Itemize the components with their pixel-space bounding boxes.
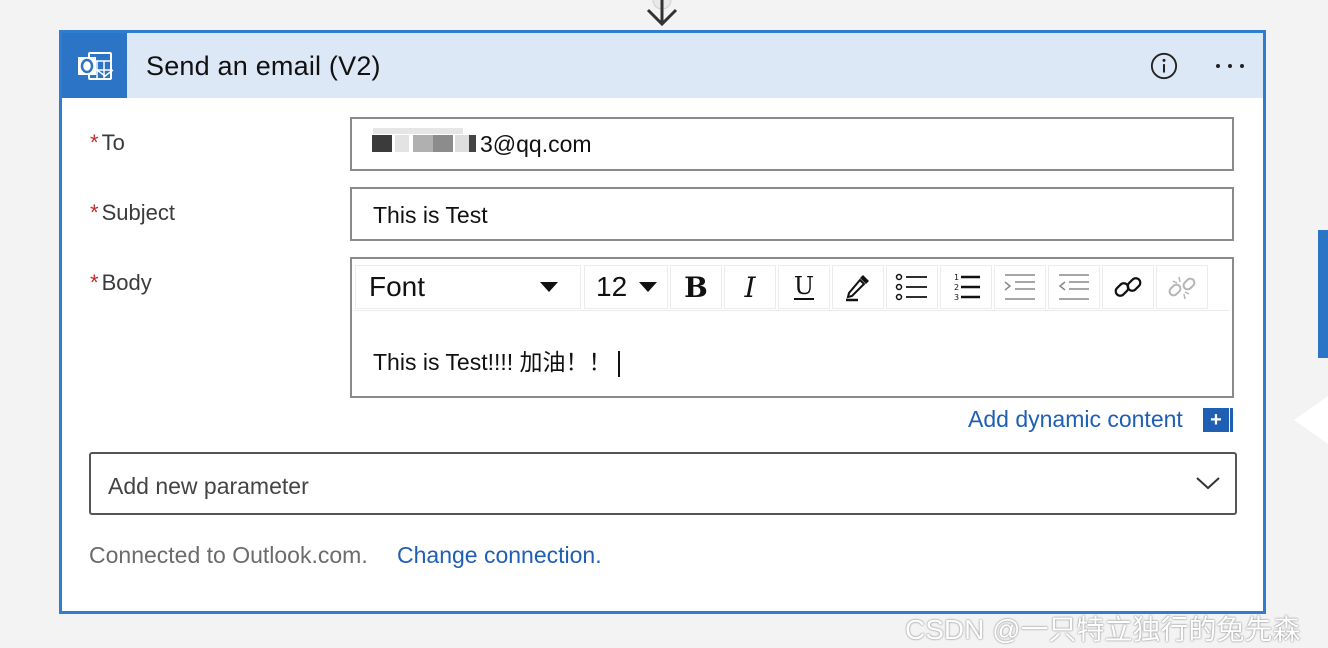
svg-text:1: 1 bbox=[954, 273, 959, 282]
numbered-list-icon[interactable]: 1 2 3 bbox=[941, 266, 991, 308]
to-label-text: To bbox=[101, 130, 125, 155]
chevron-down-icon bbox=[1196, 477, 1220, 490]
bulleted-list-icon[interactable] bbox=[887, 266, 937, 308]
svg-text:3: 3 bbox=[954, 293, 959, 302]
color-picker-icon[interactable] bbox=[833, 266, 883, 308]
remove-link-icon[interactable] bbox=[1157, 266, 1207, 308]
subject-field[interactable]: This is Test bbox=[350, 187, 1234, 241]
body-editor[interactable]: Font 12 B I U 1 2 3 This is Test!!!! 加油！… bbox=[350, 257, 1234, 398]
outlook-icon bbox=[62, 33, 127, 98]
add-new-parameter-dropdown[interactable]: Add new parameter bbox=[89, 452, 1237, 515]
connection-status: Connected to Outlook.com. bbox=[89, 542, 368, 568]
font-family-select[interactable]: Font bbox=[356, 266, 580, 308]
insert-link-icon[interactable] bbox=[1103, 266, 1153, 308]
card-title: Send an email (V2) bbox=[146, 51, 381, 81]
italic-icon[interactable]: I bbox=[725, 266, 775, 308]
svg-text:2: 2 bbox=[954, 283, 959, 292]
chevron-down-icon bbox=[540, 282, 558, 292]
text-cursor bbox=[617, 350, 620, 377]
svg-text:B: B bbox=[684, 273, 708, 301]
underline-icon[interactable]: U bbox=[779, 266, 829, 308]
change-connection-link[interactable]: Change connection. bbox=[397, 542, 602, 569]
info-icon[interactable] bbox=[1150, 52, 1178, 80]
add-dynamic-content-button[interactable]: + bbox=[1203, 408, 1233, 432]
parameter-placeholder: Add new parameter bbox=[108, 473, 309, 499]
body-label: * Body bbox=[90, 270, 152, 296]
required-marker: * bbox=[90, 200, 99, 225]
watermark: CSDN @一只特立独行的兔先森 bbox=[905, 614, 1301, 645]
to-label: * To bbox=[90, 130, 125, 156]
decrease-indent-icon[interactable] bbox=[995, 266, 1045, 308]
side-panel-tab[interactable] bbox=[1318, 230, 1328, 358]
down-arrow-icon bbox=[646, 0, 678, 27]
side-panel-pointer bbox=[1294, 396, 1328, 444]
body-content: This is Test!!!! 加油！！ bbox=[373, 349, 612, 375]
add-dynamic-content-link[interactable]: Add dynamic content bbox=[968, 406, 1183, 433]
increase-indent-icon[interactable] bbox=[1049, 266, 1099, 308]
send-email-action-card: Send an email (V2) * To 3@qq.com * Subje… bbox=[59, 30, 1266, 614]
font-size-label: 12 bbox=[596, 271, 628, 302]
font-size-select[interactable]: 12 bbox=[585, 266, 667, 308]
subject-label: * Subject bbox=[90, 200, 175, 226]
more-options-icon[interactable] bbox=[1212, 52, 1248, 80]
body-text[interactable]: This is Test!!!! 加油！！ bbox=[373, 343, 620, 377]
body-label-text: Body bbox=[101, 270, 152, 295]
required-marker: * bbox=[90, 270, 99, 295]
svg-text:I: I bbox=[743, 273, 756, 301]
bold-icon[interactable]: B bbox=[671, 266, 721, 308]
required-marker: * bbox=[90, 130, 99, 155]
subject-label-text: Subject bbox=[101, 200, 175, 225]
to-field[interactable]: 3@qq.com bbox=[350, 117, 1234, 171]
chevron-down-icon bbox=[639, 282, 657, 292]
font-select-label: Font bbox=[369, 271, 426, 302]
to-value: 3@qq.com bbox=[480, 131, 592, 157]
redacted-email-prefix bbox=[363, 127, 476, 153]
svg-text:U: U bbox=[794, 273, 814, 300]
card-header[interactable]: Send an email (V2) bbox=[62, 33, 1263, 98]
subject-value: This is Test bbox=[373, 202, 488, 228]
rich-text-toolbar: Font 12 B I U 1 2 3 bbox=[354, 262, 1230, 311]
